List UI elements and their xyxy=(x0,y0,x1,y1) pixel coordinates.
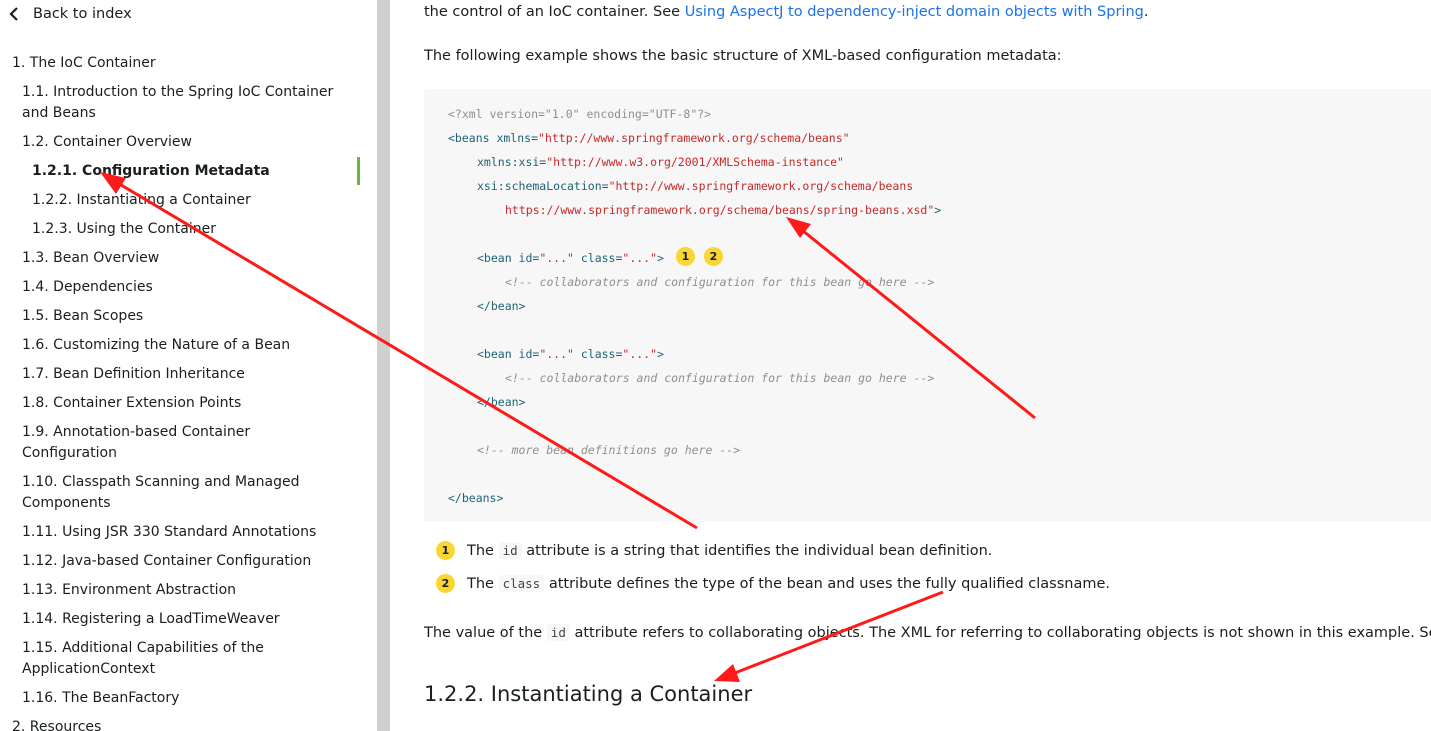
toc-item-configuration-metadata[interactable]: 1.2.1. Configuration Metadata xyxy=(32,161,270,182)
code-schema-xsd-value: https://www.springframework.org/schema/b… xyxy=(505,203,935,217)
callout-badge-1: 1 xyxy=(436,541,455,560)
intro-text: the control of an IoC container. See xyxy=(424,4,685,20)
callout-text-2-pre: The xyxy=(467,575,499,592)
code-more-comment: <!-- more bean definitions go here --> xyxy=(477,443,741,457)
toc-item-instantiating-container[interactable]: 1.2.2. Instantiating a Container xyxy=(32,190,251,211)
toc-item-container-overview[interactable]: 1.2. Container Overview xyxy=(22,132,192,153)
code-bean1-id: "..." xyxy=(539,251,574,265)
code-bean1-comment: <!-- collaborators and configuration for… xyxy=(505,275,935,289)
callout-text-1-post: attribute is a string that identifies th… xyxy=(521,542,993,559)
code-beans-open: <beans xmlns="http://www.springframework… xyxy=(448,130,850,146)
toc-item-customizing-bean[interactable]: 1.6. Customizing the Nature of a Bean xyxy=(22,335,290,356)
callout-list-item-2: 2 The class attribute defines the type o… xyxy=(436,574,1110,593)
toc-item-dependencies[interactable]: 1.4. Dependencies xyxy=(22,277,153,298)
code-schema-xsd-close: > xyxy=(934,203,942,217)
intro-paragraph: the control of an IoC container. See Usi… xyxy=(424,2,1148,22)
callout-text-2-post: attribute defines the type of the bean a… xyxy=(544,575,1111,592)
toc-item-loadtimeweaver[interactable]: 1.14. Registering a LoadTimeWeaver xyxy=(22,609,280,630)
toc-item-additional-capabilities[interactable]: 1.15. Additional Capabilities of the xyxy=(22,638,264,659)
code-bean2-comment: <!-- collaborators and configuration for… xyxy=(505,371,935,385)
toc-item-jsr330[interactable]: 1.11. Using JSR 330 Standard Annotations xyxy=(22,522,316,543)
toc-item-bean-overview[interactable]: 1.3. Bean Overview xyxy=(22,248,159,269)
value-post: attribute refers to collaborating object… xyxy=(569,625,1431,641)
toc-item-bean-inheritance[interactable]: 1.7. Bean Definition Inheritance xyxy=(22,364,245,385)
code-callout-2: 2 xyxy=(704,247,723,266)
code-bean2-open: <bean id="..." class="..."> xyxy=(477,346,664,362)
main-content: the control of an IoC container. See Usi… xyxy=(390,0,1431,731)
code-bean2-tag: <bean id= xyxy=(477,347,540,361)
inline-code-id: id xyxy=(498,541,522,559)
code-bean2-class-attr: class= xyxy=(573,347,623,361)
code-bean1-open: <bean id="..." class="..."> xyxy=(477,250,664,266)
code-bean1-gt: > xyxy=(657,251,664,265)
xml-code-block: <?xml version="1.0" encoding="UTF-8"?> <… xyxy=(424,89,1431,522)
toc-item-annotation-config-line2[interactable]: Configuration xyxy=(22,443,117,464)
code-beans-xmlns: "http://www.springframework.org/schema/b… xyxy=(538,131,850,145)
toc-item-beanfactory[interactable]: 1.16. The BeanFactory xyxy=(22,688,179,709)
callout-text-1: The id attribute is a string that identi… xyxy=(467,541,993,559)
intro-end: . xyxy=(1143,4,1149,20)
code-schema-xsd: https://www.springframework.org/schema/b… xyxy=(505,202,941,218)
toc-item-introduction[interactable]: 1.1. Introduction to the Spring IoC Cont… xyxy=(22,82,333,103)
aspectj-link[interactable]: Using AspectJ to dependency-inject domai… xyxy=(685,4,1144,20)
inline-code-class: class xyxy=(498,574,545,592)
code-schema-location-value: "http://www.springframework.org/schema/b… xyxy=(608,179,914,193)
code-bean2-gt: > xyxy=(657,347,664,361)
sidebar-toc: Back to index 1. The IoC Container 1.1. … xyxy=(0,0,377,731)
toc-item-extension-points[interactable]: 1.8. Container Extension Points xyxy=(22,393,241,414)
toc-item-bean-scopes[interactable]: 1.5. Bean Scopes xyxy=(22,306,143,327)
code-callout-1: 1 xyxy=(676,247,695,266)
code-bean1-class: "..." xyxy=(622,251,658,265)
back-to-index-link[interactable]: Back to index xyxy=(9,4,132,24)
inline-code-id-2: id xyxy=(546,624,570,641)
code-bean2-id: "..." xyxy=(539,347,574,361)
callout-list-item-1: 1 The id attribute is a string that iden… xyxy=(436,541,992,560)
value-paragraph: The value of the id attribute refers to … xyxy=(424,623,1431,643)
callout-text-2: The class attribute defines the type of … xyxy=(467,574,1111,592)
code-bean1-class-attr: class= xyxy=(573,251,623,265)
code-xml-declaration: <?xml version="1.0" encoding="UTF-8"?> xyxy=(448,107,712,121)
toc-item-using-container[interactable]: 1.2.3. Using the Container xyxy=(32,219,216,240)
toc-item-classpath-scanning-line2[interactable]: Components xyxy=(22,493,111,514)
code-xmlns-xsi-attr: xmlns:xsi= xyxy=(477,155,547,169)
callout-badge-2: 2 xyxy=(436,574,455,593)
code-bean1-close: </bean> xyxy=(477,299,526,313)
code-schema-location-attr: xsi:schemaLocation= xyxy=(477,179,609,193)
sidebar-scrollbar[interactable] xyxy=(377,0,390,731)
toc-item-ioc-container[interactable]: 1. The IoC Container xyxy=(12,53,156,74)
toc-item-classpath-scanning[interactable]: 1.10. Classpath Scanning and Managed xyxy=(22,472,299,493)
code-xmlns-xsi: xmlns:xsi="http://www.w3.org/2001/XMLSch… xyxy=(477,154,844,170)
code-xmlns-xsi-value: "http://www.w3.org/2001/XMLSchema-instan… xyxy=(546,155,844,169)
code-schema-location: xsi:schemaLocation="http://www.springfra… xyxy=(477,178,913,194)
back-to-index-label: Back to index xyxy=(33,6,132,22)
callout-text-1-pre: The xyxy=(467,542,499,559)
section-heading-instantiating: 1.2.2. Instantiating a Container xyxy=(424,682,753,706)
toc-item-environment[interactable]: 1.13. Environment Abstraction xyxy=(22,580,236,601)
code-bean2-close: </bean> xyxy=(477,395,526,409)
chevron-left-icon xyxy=(9,7,18,21)
toc-active-indicator xyxy=(357,157,360,185)
toc-item-resources[interactable]: 2. Resources xyxy=(12,717,101,731)
toc-item-java-config[interactable]: 1.12. Java-based Container Configuration xyxy=(22,551,311,572)
toc-item-additional-capabilities-line2[interactable]: ApplicationContext xyxy=(22,659,155,680)
example-intro-text: The following example shows the basic st… xyxy=(424,48,1062,64)
toc-item-annotation-config[interactable]: 1.9. Annotation-based Container xyxy=(22,422,250,443)
code-bean1-tag: <bean id= xyxy=(477,251,540,265)
code-beans-tag: <beans xmlns= xyxy=(448,131,539,145)
code-beans-close: </beans> xyxy=(448,491,504,505)
code-bean2-class: "..." xyxy=(622,347,658,361)
toc-item-introduction-line2[interactable]: and Beans xyxy=(22,103,96,124)
value-pre: The value of the xyxy=(424,625,547,641)
